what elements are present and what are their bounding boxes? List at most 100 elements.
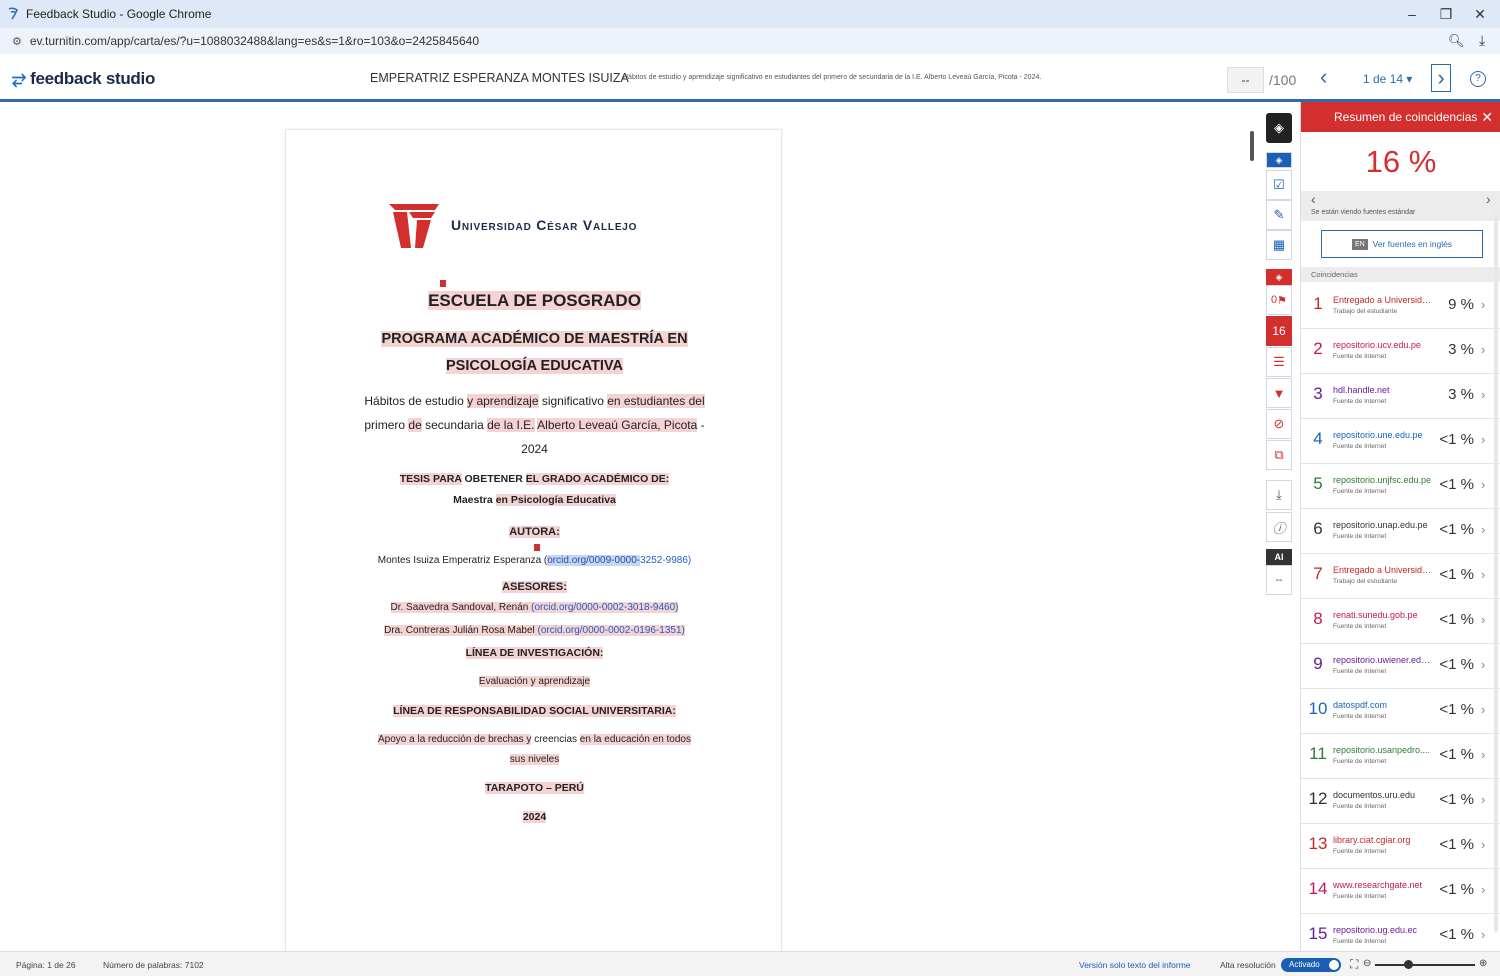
chevron-right-icon[interactable]: ›: [1481, 342, 1485, 357]
match-source[interactable]: repositorio.uwiener.edu...: [1333, 655, 1433, 665]
match-row[interactable]: 5 repositorio.unjfsc.edu.pe Fuente de Inte…: [1301, 464, 1500, 509]
match-row[interactable]: 6 repositorio.unap.edu.pe Fuente de Intern…: [1301, 509, 1500, 554]
chevron-right-icon[interactable]: ›: [1481, 927, 1485, 942]
download-file-icon[interactable]: ⤓: [1266, 480, 1292, 510]
zoom-in-icon[interactable]: ⊕: [1479, 958, 1487, 969]
checkmark-icon[interactable]: ☑: [1266, 170, 1292, 200]
info-icon[interactable]: ⓘ: [1266, 512, 1292, 542]
grade-input[interactable]: --: [1227, 67, 1264, 93]
chevron-right-icon[interactable]: ›: [1481, 747, 1485, 762]
browser-title-bar: Feedback Studio - Google Chrome – ❐ ✕: [0, 0, 1500, 28]
match-percent: 3 %: [1448, 386, 1474, 403]
exclusions-icon[interactable]: ⊘: [1266, 409, 1292, 439]
match-source[interactable]: repositorio.une.edu.pe: [1333, 430, 1433, 440]
match-row[interactable]: 1 Entregado a Universida... Trabajo del es…: [1301, 284, 1500, 329]
match-source[interactable]: repositorio.usanpedro....: [1333, 745, 1433, 755]
match-row[interactable]: 4 repositorio.une.edu.pe Fuente de Interne…: [1301, 419, 1500, 464]
match-source[interactable]: repositorio.ug.edu.ec: [1333, 925, 1433, 935]
match-row[interactable]: 11 repositorio.usanpedro.... Fuente de Int…: [1301, 734, 1500, 779]
close-panel-icon[interactable]: ✕: [1481, 109, 1493, 126]
text-only-report-link[interactable]: Versión solo texto del informe: [1079, 960, 1191, 970]
english-sources-button[interactable]: EN Ver fuentes en inglés: [1321, 230, 1483, 258]
match-source[interactable]: Entregado a Universida...: [1333, 295, 1433, 305]
match-percent: <1 %: [1439, 476, 1474, 493]
close-window-icon[interactable]: ✕: [1462, 0, 1498, 28]
flags-button[interactable]: 0 ⚑: [1266, 285, 1292, 315]
chevron-right-icon[interactable]: ›: [1481, 792, 1485, 807]
previous-paper-button[interactable]: ‹: [1320, 64, 1327, 90]
match-row[interactable]: 3 hdl.handle.net Fuente de Internet 3 % ›: [1301, 374, 1500, 419]
match-row[interactable]: 8 renati.sunedu.gob.pe Fuente de Internet <…: [1301, 599, 1500, 644]
next-paper-button[interactable]: ›: [1431, 64, 1451, 92]
ai-score-button[interactable]: --: [1266, 565, 1292, 595]
all-sources-icon[interactable]: ☰: [1266, 347, 1292, 377]
match-source[interactable]: www.researchgate.net: [1333, 880, 1433, 890]
zoom-slider-knob[interactable]: [1404, 960, 1413, 969]
chevron-right-icon[interactable]: ›: [1481, 477, 1485, 492]
match-row[interactable]: 2 repositorio.ucv.edu.pe Fuente de Interne…: [1301, 329, 1500, 374]
match-source[interactable]: Entregado a Universida...: [1333, 565, 1433, 575]
site-settings-icon[interactable]: ⚙: [12, 35, 22, 48]
document-scrollbar[interactable]: [1250, 131, 1254, 161]
chevron-right-icon[interactable]: ›: [1481, 702, 1485, 717]
filter-icon[interactable]: ▼: [1266, 378, 1292, 408]
chevron-right-icon[interactable]: ›: [1481, 567, 1485, 582]
zoom-out-icon[interactable]: ⊖: [1363, 958, 1371, 969]
rubric-grid-icon[interactable]: ▦: [1266, 230, 1292, 260]
chevron-right-icon[interactable]: ›: [1481, 612, 1485, 627]
high-resolution-toggle[interactable]: Activado: [1281, 958, 1341, 972]
match-row[interactable]: 7 Entregado a Universida... Trabajo del es…: [1301, 554, 1500, 599]
match-row[interactable]: 12 documentos.uru.edu Fuente de Internet <1…: [1301, 779, 1500, 824]
url-text[interactable]: ev.turnitin.com/app/carta/es/?u=10880324…: [30, 34, 479, 48]
feedback-studio-logo[interactable]: ⥂ feedback studio: [12, 68, 155, 89]
match-percent: <1 %: [1439, 746, 1474, 763]
match-row[interactable]: 14 www.researchgate.net Fuente de Internet…: [1301, 869, 1500, 914]
similarity-layer-icon[interactable]: ◈: [1266, 269, 1292, 285]
match-source[interactable]: hdl.handle.net: [1333, 385, 1433, 395]
chevron-right-icon[interactable]: ›: [1481, 297, 1485, 312]
ai-layer-icon[interactable]: AI: [1266, 549, 1292, 565]
minimize-icon[interactable]: –: [1394, 0, 1430, 28]
zoom-slider[interactable]: [1375, 964, 1475, 966]
match-source[interactable]: repositorio.unap.edu.pe: [1333, 520, 1433, 530]
chevron-right-icon[interactable]: ›: [1481, 432, 1485, 447]
status-bar: Página: 1 de 26 Número de palabras: 7102…: [0, 951, 1500, 976]
chevron-right-icon[interactable]: ›: [1481, 387, 1485, 402]
edit-comment-icon[interactable]: ✎: [1266, 200, 1292, 230]
grading-layer-icon[interactable]: ◈: [1266, 152, 1292, 168]
help-icon[interactable]: ?: [1470, 71, 1486, 87]
match-source[interactable]: repositorio.ucv.edu.pe: [1333, 340, 1433, 350]
match-source[interactable]: datospdf.com: [1333, 700, 1433, 710]
match-source[interactable]: renati.sunedu.gob.pe: [1333, 610, 1433, 620]
submission-info-icon[interactable]: ⧉: [1266, 440, 1292, 470]
panel-scrollbar[interactable]: [1494, 212, 1498, 932]
match-type: Fuente de Internet: [1333, 623, 1387, 630]
zoom-icon[interactable]: 🔍︎: [1448, 33, 1465, 49]
paper-selector[interactable]: 1 de 14 ▾: [1363, 72, 1412, 86]
match-row[interactable]: 10 datospdf.com Fuente de Internet <1 % ›: [1301, 689, 1500, 734]
match-source[interactable]: repositorio.unjfsc.edu.pe: [1333, 475, 1433, 485]
research-line-value: Evaluación y aprendizaje: [478, 676, 591, 687]
address-bar[interactable]: ⚙ ev.turnitin.com/app/carta/es/?u=108803…: [0, 28, 1500, 54]
program-line-2: PSICOLOGÍA EDUCATIVA: [446, 358, 623, 374]
match-source[interactable]: library.ciat.cgiar.org: [1333, 835, 1433, 845]
match-row[interactable]: 9 repositorio.uwiener.edu... Fuente de Int…: [1301, 644, 1500, 689]
source-strip: ‹ › Se están viendo fuentes estándar: [1301, 191, 1500, 221]
author-label: AUTORA:: [509, 526, 560, 538]
match-source[interactable]: documentos.uru.edu: [1333, 790, 1433, 800]
chevron-left-icon[interactable]: ‹: [1311, 191, 1316, 207]
match-percent: 9 %: [1448, 296, 1474, 313]
chevron-right-icon[interactable]: ›: [1481, 837, 1485, 852]
fit-screen-icon[interactable]: ⛶: [1350, 957, 1358, 972]
match-overview-button[interactable]: 16: [1266, 316, 1292, 346]
chevron-right-icon[interactable]: ›: [1481, 657, 1485, 672]
submission-title: Hábitos de estudio y aprendizaje signifi…: [623, 74, 1042, 81]
chevron-right-icon[interactable]: ›: [1481, 882, 1485, 897]
layers-icon[interactable]: ◈: [1266, 113, 1292, 143]
chevron-right-icon[interactable]: ›: [1486, 191, 1491, 207]
restore-icon[interactable]: ❐: [1428, 0, 1464, 28]
match-row[interactable]: 13 library.ciat.cgiar.org Fuente de Intern…: [1301, 824, 1500, 869]
download-icon[interactable]: ⤓: [1479, 32, 1485, 49]
chevron-right-icon[interactable]: ›: [1481, 522, 1485, 537]
high-resolution-label: Alta resolución: [1220, 960, 1276, 970]
